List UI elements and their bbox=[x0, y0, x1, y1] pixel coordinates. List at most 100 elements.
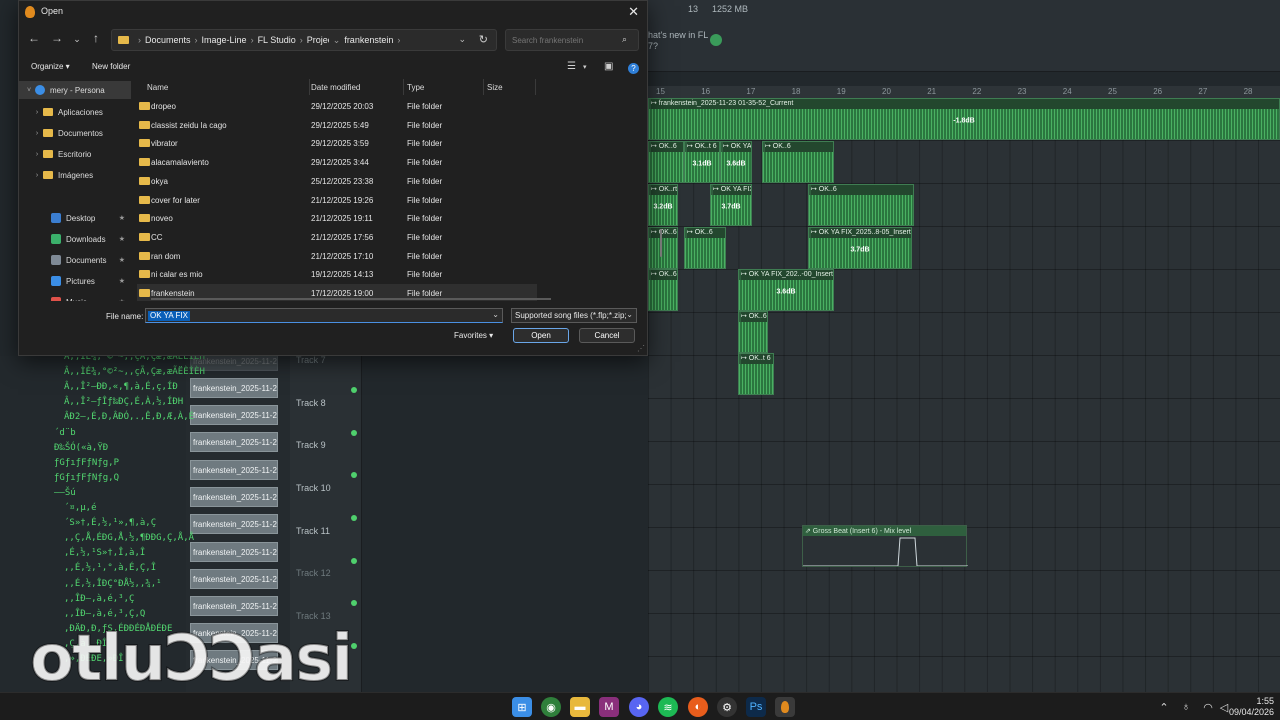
nav-pane-item[interactable]: › Documentos bbox=[19, 124, 131, 142]
nav-pane-item[interactable]: › Escritorio bbox=[19, 145, 131, 163]
browser-tree-item[interactable]: ´S»†,É,½,¹»,¶,à,Ç bbox=[64, 518, 156, 528]
column-size[interactable]: Size bbox=[487, 83, 503, 92]
breadcrumb-documents[interactable]: Documents bbox=[145, 35, 191, 45]
back-icon[interactable]: ← bbox=[25, 31, 43, 45]
audio-clip[interactable]: ↦ OK..t 6 bbox=[738, 353, 774, 395]
pattern-block[interactable]: frankenstein_2025-11-2... bbox=[190, 487, 278, 507]
pattern-block[interactable]: frankenstein_2025-11-2... bbox=[190, 378, 278, 398]
file-row[interactable]: classist zeidu la cago 29/12/2025 5:49 Fil… bbox=[137, 116, 537, 134]
browser-tree-item[interactable]: ƒGƒıƒFƒNƒg,Q bbox=[54, 473, 119, 483]
refresh-icon[interactable]: ↻ bbox=[479, 33, 488, 46]
nav-pane-item[interactable]: Pictures ★ bbox=[19, 272, 131, 290]
track-label[interactable]: Track 10 bbox=[296, 483, 331, 493]
audio-clip[interactable]: ↦ OK YA FIX_2025..8-05_Insert 6 3.7dB bbox=[808, 227, 912, 269]
pattern-block[interactable]: frankenstein_2025-11-2... bbox=[190, 569, 278, 589]
browser-tree-item[interactable]: ÂÐ2—,É,Ð,ÂÐÓ,.,Ê,Ð,Æ,À,É bbox=[64, 412, 194, 422]
track-label[interactable]: Track 9 bbox=[296, 440, 326, 450]
audio-clip[interactable]: ↦ OK..6 bbox=[684, 227, 726, 269]
browser-tree-item[interactable]: ´¤,µ,é bbox=[64, 503, 97, 513]
track-label[interactable]: Track 7 bbox=[296, 355, 326, 365]
fl-news-icon[interactable] bbox=[710, 34, 722, 46]
browser-tree-item[interactable]: ,É,½,¹S»†,Î,à,Î bbox=[64, 548, 145, 558]
browser-tree-item[interactable]: ,,Ç,Å,ÉÐG,Å,½,¶ÐÐG,Ç,Å,Å bbox=[64, 533, 194, 543]
audio-clip[interactable]: ↦ OK..t 6 3.1dB bbox=[684, 141, 720, 183]
audio-clip[interactable]: ↦ OK..6 bbox=[738, 311, 768, 353]
search-input[interactable] bbox=[505, 29, 639, 51]
file-name-input[interactable]: OK YA FIX ⌄ bbox=[145, 308, 503, 323]
recent-locations-icon[interactable]: ⌄ bbox=[68, 34, 86, 45]
forward-icon[interactable]: → bbox=[48, 31, 66, 45]
microphone-icon[interactable]: ♁ bbox=[1176, 697, 1196, 717]
track-label[interactable]: Track 12 bbox=[296, 568, 331, 578]
audio-clip[interactable]: ↦ OK..6 bbox=[762, 141, 834, 183]
track-mute-led[interactable] bbox=[351, 558, 357, 564]
file-type-select[interactable]: Supported song files (*.flp;*.zip; ⌄ bbox=[511, 308, 637, 323]
nav-pane-item[interactable]: Downloads ★ bbox=[19, 230, 131, 248]
chevron-icon[interactable]: › bbox=[31, 172, 43, 179]
nav-pane-item[interactable]: › Imágenes bbox=[19, 166, 131, 184]
browser-tree-item[interactable]: ƒGƒıƒFƒNƒg,P bbox=[54, 458, 119, 468]
resize-grip-icon[interactable]: ⋰ bbox=[637, 344, 645, 353]
file-row[interactable]: ran dom 21/12/2025 17:10 File folder bbox=[137, 247, 537, 265]
track-label[interactable]: Track 13 bbox=[296, 611, 331, 621]
browser-tree-item[interactable]: ––Šú bbox=[54, 488, 76, 498]
file-row[interactable]: ni calar es mio 19/12/2025 14:13 File fold… bbox=[137, 265, 537, 283]
audio-clip[interactable]: ↦ OK YA FIX_..Insert 6 3.6dB bbox=[720, 141, 752, 183]
column-divider[interactable] bbox=[483, 79, 484, 95]
file-explorer-icon[interactable]: ▬ bbox=[570, 697, 590, 717]
file-row[interactable]: okya 25/12/2025 23:38 File folder bbox=[137, 172, 537, 190]
browser-tree-item[interactable]: ,,É,½,¹,°,à,É,Ç,Î bbox=[64, 563, 156, 573]
track-mute-led[interactable] bbox=[351, 515, 357, 521]
breadcrumb-fl-studio[interactable]: FL Studio bbox=[258, 35, 296, 45]
app-icon-2[interactable]: ◐ bbox=[688, 697, 708, 717]
browser-tree-item[interactable]: ,,ÎÐ—,à,é,³,Ç,Q bbox=[64, 609, 145, 619]
horizontal-scrollbar[interactable] bbox=[151, 298, 551, 300]
app-icon[interactable]: M bbox=[599, 697, 619, 717]
favorites-button[interactable]: Favorites ▾ bbox=[454, 331, 493, 340]
track-mute-led[interactable] bbox=[351, 472, 357, 478]
breadcrumb-image-line[interactable]: Image-Line bbox=[202, 35, 247, 45]
fl-studio-icon[interactable] bbox=[775, 697, 795, 717]
chevron-up-icon[interactable]: ⌃ bbox=[1154, 697, 1174, 717]
chevron-icon[interactable]: › bbox=[31, 109, 43, 116]
audio-clip[interactable]: ↦ frankenstein_2025-11-23 01-35-52_Curre… bbox=[648, 98, 1280, 140]
pattern-block[interactable]: frankenstein_2025-11-2... bbox=[190, 596, 278, 616]
chevron-down-icon[interactable]: ⌄ bbox=[492, 310, 499, 319]
spotify-icon[interactable]: ≋ bbox=[658, 697, 678, 717]
track-label[interactable]: Track 8 bbox=[296, 398, 326, 408]
column-divider[interactable] bbox=[403, 79, 404, 95]
track-label[interactable]: Track 11 bbox=[296, 526, 330, 536]
open-button[interactable]: Open bbox=[513, 328, 569, 343]
audio-clip[interactable]: ↦ OK YA FIX_202..-00_Insert 6 3.6dB bbox=[738, 269, 834, 311]
steam-icon[interactable]: ⚙ bbox=[717, 697, 737, 717]
nav-pane-item[interactable]: Documents ★ bbox=[19, 251, 131, 269]
preview-pane-icon[interactable]: ▣ bbox=[604, 61, 613, 72]
track-mute-led[interactable] bbox=[351, 430, 357, 436]
file-row[interactable]: alacamalaviento 29/12/2025 3:44 File folde… bbox=[137, 153, 537, 171]
column-type[interactable]: Type bbox=[407, 83, 424, 92]
file-row[interactable]: dropeo 29/12/2025 20:03 File folder bbox=[137, 97, 537, 115]
pattern-block[interactable]: frankenstein_2025-11-2... bbox=[190, 514, 278, 534]
dialog-titlebar[interactable]: Open ✕ bbox=[19, 1, 647, 23]
organize-button[interactable]: Organize ▾ bbox=[31, 62, 70, 71]
up-icon[interactable]: ↑ bbox=[87, 31, 105, 45]
pattern-block[interactable]: frankenstein_2025-11-2... bbox=[190, 405, 278, 425]
photoshop-icon[interactable]: Ps bbox=[746, 697, 766, 717]
track-mute-led[interactable] bbox=[351, 600, 357, 606]
pattern-block[interactable]: frankenstein_2025-11-2... bbox=[190, 432, 278, 452]
file-row[interactable]: vibrator 29/12/2025 3:59 File folder bbox=[137, 134, 537, 152]
address-bar[interactable]: › Documents › Image-Line › FL Studio › P… bbox=[111, 29, 497, 51]
browser-tree-item[interactable]: ,,ÎÐ—,à,é,³,Ç bbox=[64, 594, 134, 604]
track-mute-led[interactable] bbox=[351, 643, 357, 649]
browser-tree-item[interactable]: Â,,Î²—ƒÎƒ‰ÐÇ,É,À,½,ÍÐH bbox=[64, 397, 183, 407]
audio-clip[interactable]: ↦ OK..6 bbox=[808, 184, 914, 226]
browser-tree-item[interactable]: ´d¨b bbox=[54, 428, 76, 438]
browser-tree-item[interactable]: ,,É,½,ÎÐÇ°ÐÅ½,,¾,¹ bbox=[64, 579, 162, 589]
audio-clip[interactable]: ↦ OK..rt 6 3.2dB bbox=[648, 184, 678, 226]
address-history-icon[interactable]: ⌄ bbox=[458, 34, 466, 45]
breadcrumb-frankenstein[interactable]: frankenstein bbox=[344, 35, 393, 45]
column-divider[interactable] bbox=[309, 79, 310, 95]
chrome-icon[interactable]: ◉ bbox=[541, 697, 561, 717]
pattern-block[interactable]: frankenstein_2025-11-2... bbox=[190, 460, 278, 480]
new-folder-button[interactable]: New folder bbox=[92, 62, 130, 71]
